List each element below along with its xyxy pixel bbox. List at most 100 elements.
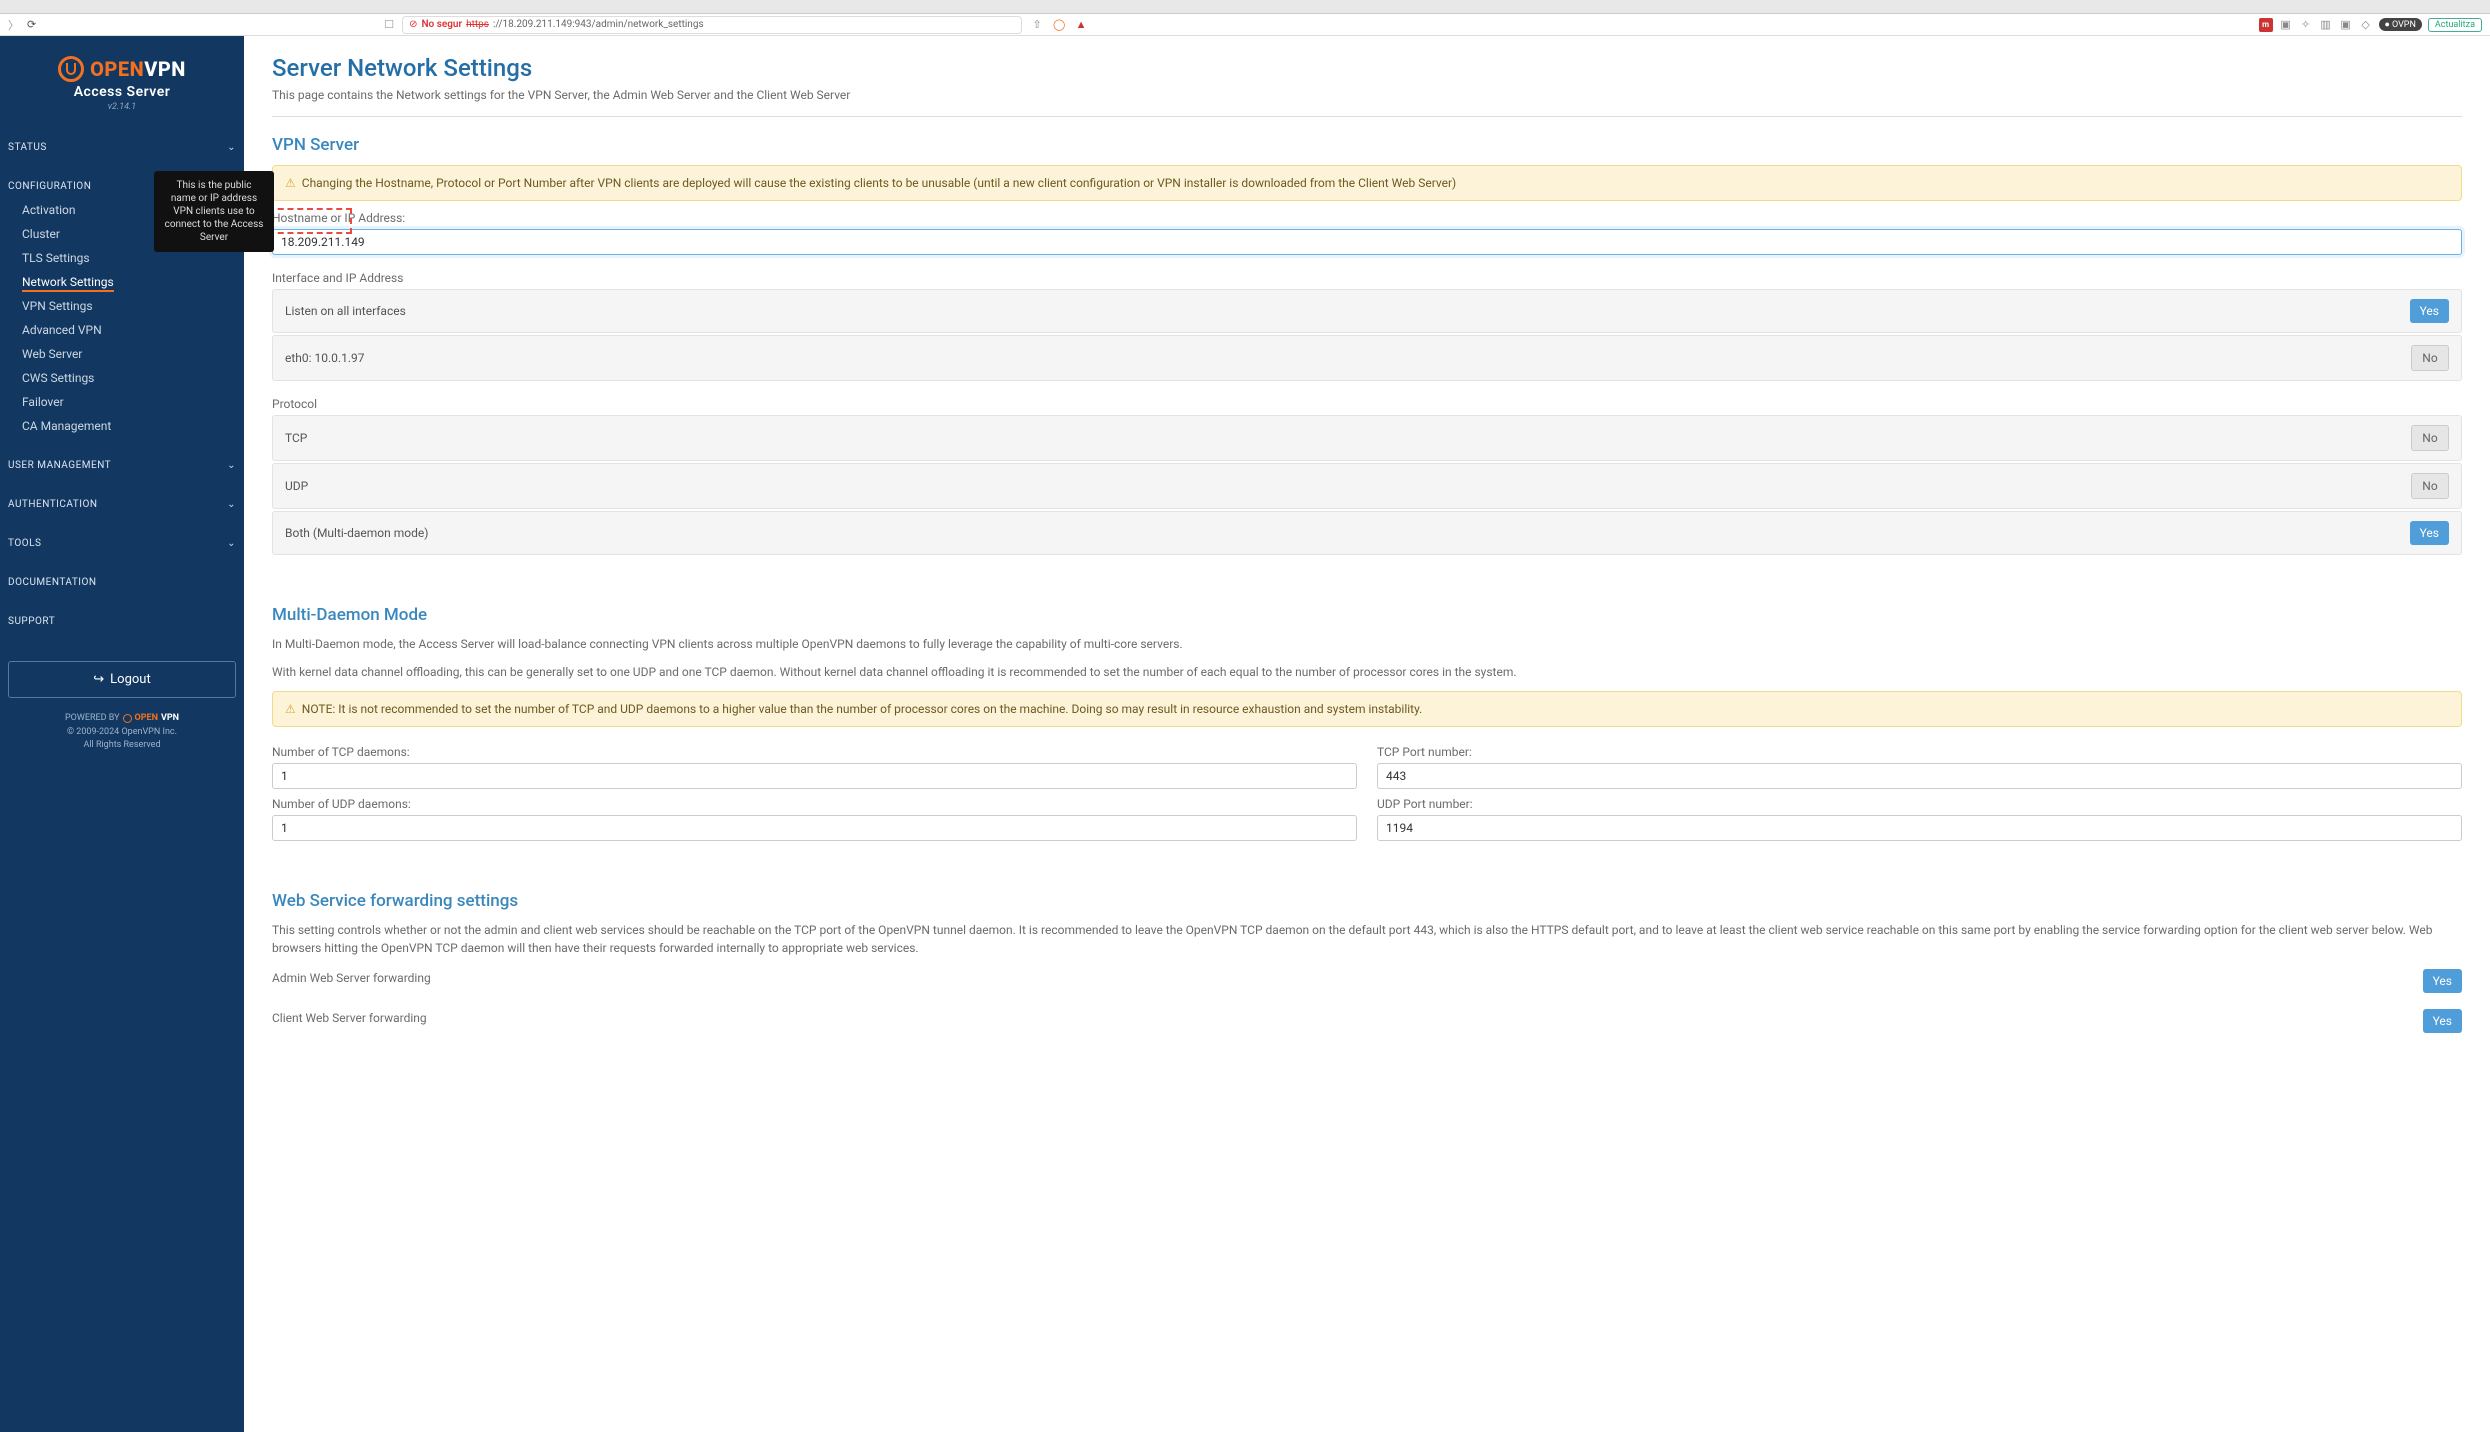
nav-back-icon[interactable]: 〉 — [8, 17, 19, 33]
option-label: Listen on all interfaces — [285, 304, 406, 318]
page-title: Server Network Settings — [272, 54, 2462, 82]
option-label: UDP — [285, 479, 308, 493]
multi-desc2: With kernel data channel offloading, thi… — [272, 663, 2462, 681]
warning-icon[interactable]: ▲ — [1074, 18, 1088, 32]
web-desc: This setting controls whether or not the… — [272, 921, 2462, 957]
sidebar-footer: POWERED BY OPENVPN © 2009-2024 OpenVPN I… — [0, 712, 244, 753]
sidebar-item-advanced-vpn[interactable]: Advanced VPN — [22, 318, 236, 342]
option-label: Both (Multi-daemon mode) — [285, 526, 428, 540]
tcp-port-label: TCP Port number: — [1377, 745, 2462, 759]
note-alert: ⚠ NOTE: It is not recommended to set the… — [272, 691, 2462, 727]
option-toggle[interactable]: Yes — [2410, 299, 2449, 323]
nav-user-mgmt[interactable]: USER MANAGEMENT ⌄ — [8, 454, 236, 477]
nav-documentation[interactable]: DOCUMENTATION — [8, 571, 236, 594]
nav-status-label: STATUS — [8, 142, 47, 153]
hostname-input[interactable] — [272, 229, 2462, 255]
security-status: No segur — [421, 19, 462, 30]
warning-icon: ⚠ — [285, 702, 296, 716]
url-bar[interactable]: ⊘ No segur https ://18.209.211.149:943/ad… — [402, 16, 1022, 34]
nav-tools[interactable]: TOOLS ⌄ — [8, 532, 236, 555]
admin-fwd-toggle[interactable]: Yes — [2423, 969, 2462, 993]
page-subtitle: This page contains the Network settings … — [272, 88, 2462, 117]
udp-daemons-label: Number of UDP daemons: — [272, 797, 1357, 811]
chevron-down-icon: ⌄ — [227, 538, 236, 549]
sidebar: OPENVPN Access Server v2.14.1 STATUS ⌄ C… — [0, 36, 244, 1432]
insecure-icon: ⊘ — [409, 19, 417, 30]
ovpn-badge[interactable]: ● OVPN — [2379, 18, 2422, 31]
logo-text: OPENVPN — [90, 57, 186, 81]
option-row: TCP No — [272, 415, 2462, 461]
sidebar-item-vpn-settings[interactable]: VPN Settings — [22, 294, 236, 318]
nav-item-label: Failover — [22, 395, 64, 409]
option-row: Listen on all interfaces Yes — [272, 289, 2462, 333]
extension-icon[interactable]: m — [2259, 18, 2273, 32]
sidebar-item-cws-settings[interactable]: CWS Settings — [22, 366, 236, 390]
extension-icon[interactable]: ▥ — [2319, 18, 2333, 32]
nav-item-label: Cluster — [22, 227, 60, 241]
logo: OPENVPN Access Server v2.14.1 — [0, 48, 244, 128]
multi-heading: Multi-Daemon Mode — [272, 605, 2462, 625]
shield-icon[interactable]: ◯ — [1052, 18, 1066, 32]
tcp-daemons-input[interactable] — [272, 763, 1357, 789]
option-toggle[interactable]: No — [2411, 425, 2449, 451]
nav-support-label: SUPPORT — [8, 616, 55, 627]
option-row: eth0: 10.0.1.97 No — [272, 335, 2462, 381]
multi-desc1: In Multi-Daemon mode, the Access Server … — [272, 635, 2462, 653]
nav-user-mgmt-label: USER MANAGEMENT — [8, 460, 111, 471]
logo-subtitle: Access Server — [0, 84, 244, 100]
web-heading: Web Service forwarding settings — [272, 891, 2462, 911]
chevron-down-icon: ⌄ — [227, 142, 236, 153]
chevron-down-icon: ⌄ — [227, 460, 236, 471]
nav-item-label: TLS Settings — [22, 251, 90, 265]
bookmark-icon[interactable]: ☐ — [384, 18, 394, 31]
url-scheme: https — [466, 19, 489, 30]
update-button[interactable]: Actualitza — [2428, 18, 2482, 32]
nav-tools-label: TOOLS — [8, 538, 41, 549]
reload-icon[interactable]: ⟳ — [27, 18, 36, 31]
option-toggle[interactable]: No — [2411, 473, 2449, 499]
extension-icon[interactable]: ◇ — [2359, 18, 2373, 32]
main-content: Server Network Settings This page contai… — [244, 36, 2490, 1432]
url-path: ://18.209.211.149:943/admin/network_sett… — [493, 19, 704, 30]
option-label: eth0: 10.0.1.97 — [285, 351, 364, 365]
option-toggle[interactable]: No — [2411, 345, 2449, 371]
option-row: Both (Multi-daemon mode) Yes — [272, 511, 2462, 555]
nav-item-label: Network Settings — [22, 275, 114, 292]
udp-port-input[interactable] — [1377, 815, 2462, 841]
logo-icon — [58, 56, 84, 82]
nav-item-label: CA Management — [22, 419, 111, 433]
sidebar-item-network-settings[interactable]: Network Settings — [22, 270, 236, 294]
tcp-port-input[interactable] — [1377, 763, 2462, 789]
sidebar-item-failover[interactable]: Failover — [22, 390, 236, 414]
nav-authentication[interactable]: AUTHENTICATION ⌄ — [8, 493, 236, 516]
nav-auth-label: AUTHENTICATION — [8, 499, 98, 510]
warning-icon: ⚠ — [285, 176, 296, 190]
logout-button[interactable]: ↪ Logout — [8, 661, 236, 698]
client-fwd-toggle[interactable]: Yes — [2423, 1009, 2462, 1033]
sidebar-item-web-server[interactable]: Web Server — [22, 342, 236, 366]
sidebar-item-ca-management[interactable]: CA Management — [22, 414, 236, 438]
warning-text: Changing the Hostname, Protocol or Port … — [302, 176, 1456, 190]
extension-icon[interactable]: ▣ — [2279, 18, 2293, 32]
protocol-label: Protocol — [272, 397, 2462, 411]
chevron-down-icon: ⌄ — [227, 499, 236, 510]
nav-item-label: Advanced VPN — [22, 323, 102, 337]
share-icon[interactable]: ⇧ — [1030, 18, 1044, 32]
note-text: NOTE: It is not recommended to set the n… — [302, 702, 1423, 716]
nav-item-label: CWS Settings — [22, 371, 94, 385]
option-toggle[interactable]: Yes — [2410, 521, 2449, 545]
browser-toolbar: 〉 ⟳ ☐ ⊘ No segur https ://18.209.211.149:… — [0, 14, 2490, 36]
option-label: TCP — [285, 431, 307, 445]
nav-configuration-label: CONFIGURATION — [8, 181, 91, 192]
nav-support[interactable]: SUPPORT — [8, 610, 236, 633]
extension-icon[interactable]: ▣ — [2339, 18, 2353, 32]
logout-icon: ↪ — [93, 672, 104, 687]
nav-item-label: Activation — [22, 203, 76, 217]
extension-icon[interactable]: ✧ — [2299, 18, 2313, 32]
tcp-daemons-label: Number of TCP daemons: — [272, 745, 1357, 759]
nav-item-label: VPN Settings — [22, 299, 93, 313]
nav-status[interactable]: STATUS ⌄ — [8, 136, 236, 159]
logout-label: Logout — [110, 672, 151, 687]
udp-daemons-input[interactable] — [272, 815, 1357, 841]
vpn-heading: VPN Server — [272, 135, 2462, 155]
